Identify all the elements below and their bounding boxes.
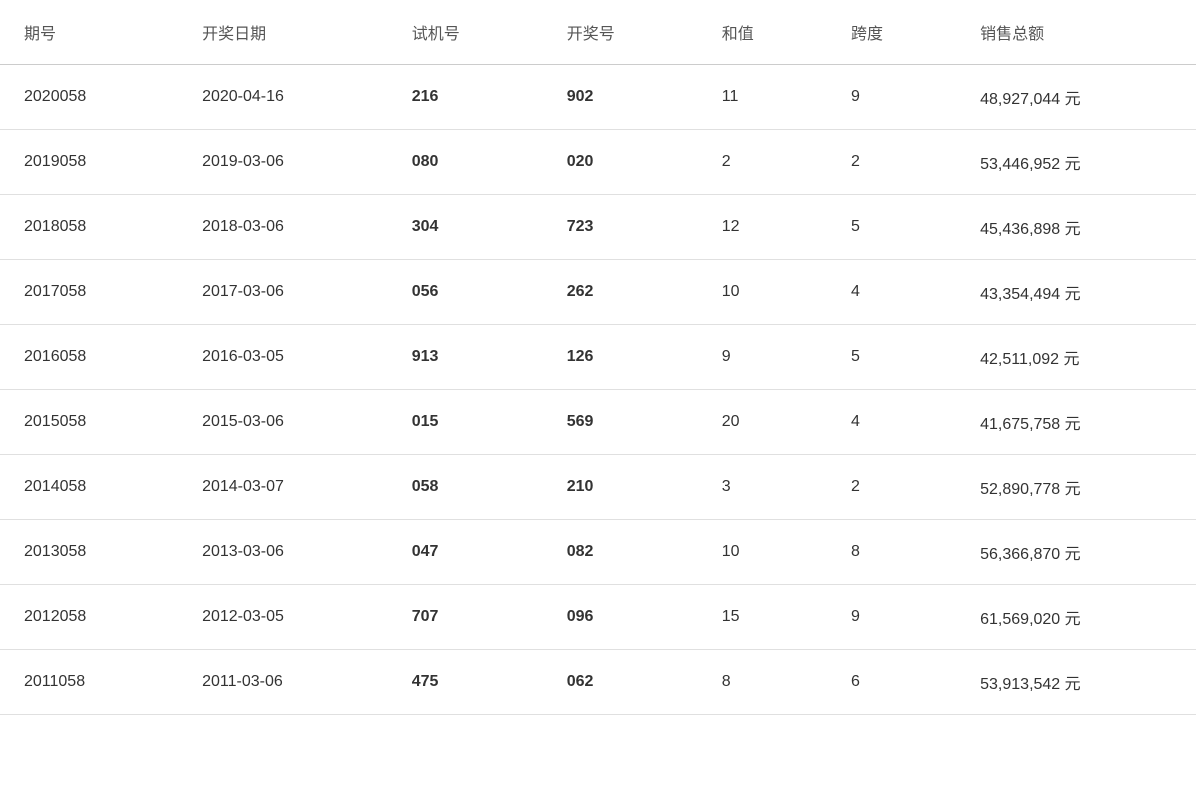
cell-sum: 10 xyxy=(698,520,827,585)
table-header-row: 期号 开奖日期 试机号 开奖号 和值 跨度 销售总额 xyxy=(0,0,1196,65)
col-header-trial-num: 试机号 xyxy=(388,0,543,65)
cell-span: 8 xyxy=(827,520,956,585)
cell-sum: 12 xyxy=(698,195,827,260)
cell-period: 2019058 xyxy=(0,130,178,195)
cell-trial_num: 047 xyxy=(388,520,543,585)
lottery-table: 期号 开奖日期 试机号 开奖号 和值 跨度 销售总额 20200582020-0… xyxy=(0,0,1196,715)
cell-sum: 9 xyxy=(698,325,827,390)
col-header-period: 期号 xyxy=(0,0,178,65)
cell-period: 2012058 xyxy=(0,585,178,650)
cell-period: 2015058 xyxy=(0,390,178,455)
cell-sales_total: 42,511,092 元 xyxy=(956,325,1196,390)
cell-winning_num: 902 xyxy=(543,65,698,130)
col-header-sum: 和值 xyxy=(698,0,827,65)
cell-sales_total: 41,675,758 元 xyxy=(956,390,1196,455)
cell-sum: 20 xyxy=(698,390,827,455)
table-row: 20120582012-03-0570709615961,569,020 元 xyxy=(0,585,1196,650)
cell-winning_num: 262 xyxy=(543,260,698,325)
table-row: 20200582020-04-1621690211948,927,044 元 xyxy=(0,65,1196,130)
col-header-span: 跨度 xyxy=(827,0,956,65)
cell-winning_num: 096 xyxy=(543,585,698,650)
cell-winning_num: 020 xyxy=(543,130,698,195)
cell-period: 2016058 xyxy=(0,325,178,390)
cell-span: 5 xyxy=(827,325,956,390)
cell-winning_num: 082 xyxy=(543,520,698,585)
cell-period: 2013058 xyxy=(0,520,178,585)
cell-draw_date: 2013-03-06 xyxy=(178,520,388,585)
cell-sales_total: 45,436,898 元 xyxy=(956,195,1196,260)
cell-trial_num: 015 xyxy=(388,390,543,455)
main-container: 期号 开奖日期 试机号 开奖号 和值 跨度 销售总额 20200582020-0… xyxy=(0,0,1196,786)
cell-trial_num: 056 xyxy=(388,260,543,325)
cell-span: 2 xyxy=(827,455,956,520)
cell-draw_date: 2014-03-07 xyxy=(178,455,388,520)
cell-winning_num: 569 xyxy=(543,390,698,455)
cell-sum: 11 xyxy=(698,65,827,130)
cell-sum: 15 xyxy=(698,585,827,650)
cell-draw_date: 2011-03-06 xyxy=(178,650,388,715)
cell-period: 2020058 xyxy=(0,65,178,130)
cell-sales_total: 61,569,020 元 xyxy=(956,585,1196,650)
cell-period: 2011058 xyxy=(0,650,178,715)
cell-trial_num: 304 xyxy=(388,195,543,260)
col-header-draw-date: 开奖日期 xyxy=(178,0,388,65)
table-body: 20200582020-04-1621690211948,927,044 元20… xyxy=(0,65,1196,715)
table-row: 20170582017-03-0605626210443,354,494 元 xyxy=(0,260,1196,325)
cell-span: 9 xyxy=(827,585,956,650)
col-header-winning-num: 开奖号 xyxy=(543,0,698,65)
cell-span: 9 xyxy=(827,65,956,130)
table-row: 20160582016-03-059131269542,511,092 元 xyxy=(0,325,1196,390)
cell-winning_num: 062 xyxy=(543,650,698,715)
cell-sum: 2 xyxy=(698,130,827,195)
cell-sales_total: 56,366,870 元 xyxy=(956,520,1196,585)
cell-span: 5 xyxy=(827,195,956,260)
cell-sum: 8 xyxy=(698,650,827,715)
cell-trial_num: 058 xyxy=(388,455,543,520)
cell-trial_num: 080 xyxy=(388,130,543,195)
cell-span: 4 xyxy=(827,260,956,325)
cell-sum: 3 xyxy=(698,455,827,520)
table-row: 20140582014-03-070582103252,890,778 元 xyxy=(0,455,1196,520)
table-row: 20180582018-03-0630472312545,436,898 元 xyxy=(0,195,1196,260)
col-header-sales: 销售总额 xyxy=(956,0,1196,65)
cell-trial_num: 216 xyxy=(388,65,543,130)
cell-trial_num: 707 xyxy=(388,585,543,650)
cell-trial_num: 475 xyxy=(388,650,543,715)
cell-draw_date: 2018-03-06 xyxy=(178,195,388,260)
cell-draw_date: 2015-03-06 xyxy=(178,390,388,455)
cell-draw_date: 2020-04-16 xyxy=(178,65,388,130)
cell-sum: 10 xyxy=(698,260,827,325)
cell-trial_num: 913 xyxy=(388,325,543,390)
cell-draw_date: 2017-03-06 xyxy=(178,260,388,325)
cell-draw_date: 2012-03-05 xyxy=(178,585,388,650)
cell-sales_total: 52,890,778 元 xyxy=(956,455,1196,520)
cell-sales_total: 53,913,542 元 xyxy=(956,650,1196,715)
cell-sales_total: 48,927,044 元 xyxy=(956,65,1196,130)
cell-span: 6 xyxy=(827,650,956,715)
cell-span: 4 xyxy=(827,390,956,455)
table-row: 20190582019-03-060800202253,446,952 元 xyxy=(0,130,1196,195)
cell-winning_num: 723 xyxy=(543,195,698,260)
cell-winning_num: 210 xyxy=(543,455,698,520)
cell-period: 2017058 xyxy=(0,260,178,325)
cell-draw_date: 2019-03-06 xyxy=(178,130,388,195)
cell-sales_total: 53,446,952 元 xyxy=(956,130,1196,195)
table-row: 20150582015-03-0601556920441,675,758 元 xyxy=(0,390,1196,455)
table-row: 20130582013-03-0604708210856,366,870 元 xyxy=(0,520,1196,585)
table-row: 20110582011-03-064750628653,913,542 元 xyxy=(0,650,1196,715)
cell-period: 2014058 xyxy=(0,455,178,520)
cell-draw_date: 2016-03-05 xyxy=(178,325,388,390)
cell-span: 2 xyxy=(827,130,956,195)
cell-winning_num: 126 xyxy=(543,325,698,390)
cell-period: 2018058 xyxy=(0,195,178,260)
cell-sales_total: 43,354,494 元 xyxy=(956,260,1196,325)
